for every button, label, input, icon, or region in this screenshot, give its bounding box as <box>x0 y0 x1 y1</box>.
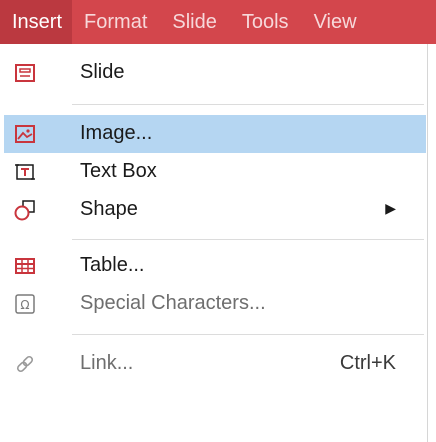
menu-item-shape[interactable]: Shape ▶ <box>4 191 426 229</box>
image-icon <box>14 123 36 145</box>
menu-item-special-characters[interactable]: Ω Special Characters... <box>4 285 426 323</box>
menu-item-label: Text Box <box>80 160 157 182</box>
menu-tools[interactable]: Tools <box>230 0 302 44</box>
menu-item-label: Slide <box>80 61 125 83</box>
menu-bar: Insert Format Slide Tools View <box>0 0 436 44</box>
menu-insert[interactable]: Insert <box>0 0 73 44</box>
submenu-arrow-icon: ▶ <box>385 200 396 216</box>
menu-separator <box>72 104 424 105</box>
menu-format[interactable]: Format <box>72 0 160 44</box>
text-box-icon <box>14 161 36 183</box>
menu-item-label: Shape <box>80 198 138 220</box>
shape-icon <box>14 199 36 221</box>
app-window: Insert Format Slide Tools View Slide Ima… <box>0 0 436 442</box>
menu-slide[interactable]: Slide <box>160 0 229 44</box>
menu-item-text-box[interactable]: Text Box <box>4 153 426 191</box>
menu-item-label: Table... <box>80 254 145 276</box>
menu-item-table[interactable]: Table... <box>4 247 426 285</box>
menu-separator <box>72 239 424 240</box>
menu-item-link[interactable]: Link... Ctrl+K <box>4 345 426 383</box>
menu-separator <box>72 334 424 335</box>
menu-view[interactable]: View <box>302 0 370 44</box>
menu-item-label: Special Characters... <box>80 292 266 314</box>
link-icon <box>14 353 36 375</box>
menu-item-label: Link... <box>80 352 134 374</box>
svg-text:Ω: Ω <box>20 298 29 312</box>
menu-item-image[interactable]: Image... <box>4 115 426 153</box>
special-characters-icon: Ω <box>14 293 36 315</box>
slide-icon <box>14 62 36 84</box>
menu-item-label: Image... <box>80 122 153 144</box>
shortcut-label: Ctrl+K <box>339 352 396 374</box>
insert-menu-dropdown: Slide Image... Text Box Shape ▶ Table...… <box>0 44 428 442</box>
menu-item-slide[interactable]: Slide <box>4 54 426 92</box>
table-icon <box>14 255 36 277</box>
